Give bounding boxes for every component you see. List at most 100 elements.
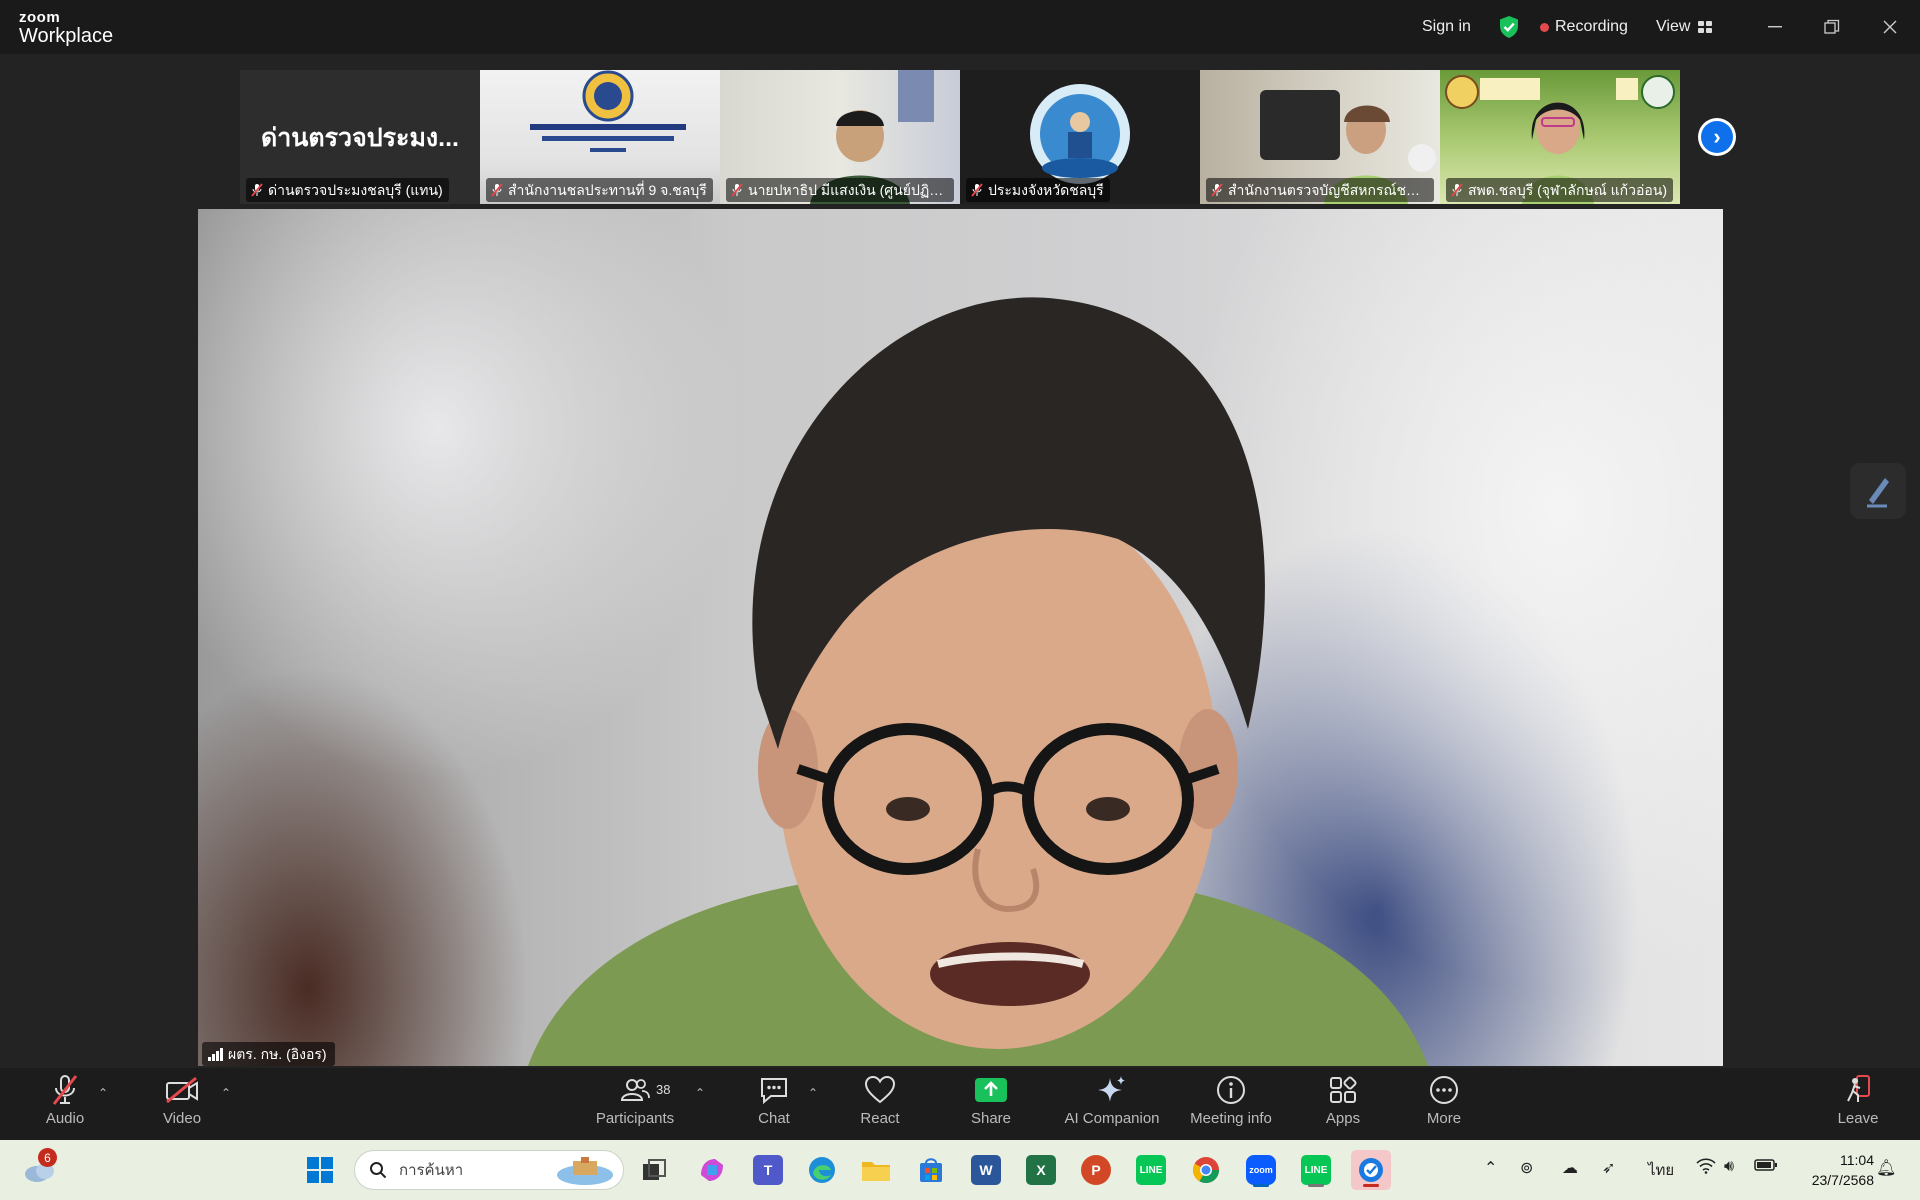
more-button[interactable]: More: [1424, 1072, 1464, 1136]
copilot-app[interactable]: [692, 1150, 732, 1190]
participant-thumbnail[interactable]: สพด.ชลบุรี (จุฬาลักษณ์ แก้วอ่อน): [1440, 70, 1680, 204]
minimize-button[interactable]: [1755, 12, 1795, 42]
video-label: Video: [162, 1110, 202, 1127]
thumbnail-name-tag: ประมงจังหวัดชลบุรี: [966, 178, 1110, 202]
participant-thumbnail[interactable]: ประมงจังหวัดชลบุรี: [960, 70, 1200, 204]
notifications-bell-icon[interactable]: 🔔︎: [1876, 1158, 1896, 1178]
muted-mic-icon: [251, 183, 263, 197]
close-window-button[interactable]: [1870, 12, 1910, 42]
audio-options-caret-icon[interactable]: ⌃: [98, 1086, 108, 1100]
annotation-pen-icon: [1867, 478, 1889, 508]
task-view-icon: [643, 1159, 666, 1180]
sign-in-button[interactable]: Sign in: [1422, 12, 1471, 42]
speaker-figure: [528, 297, 1428, 1066]
thumbnail-big-name: ด่านตรวจประมง...: [261, 124, 459, 152]
chat-options-caret-icon[interactable]: ⌃: [808, 1086, 818, 1100]
video-button[interactable]: Video: [156, 1072, 208, 1136]
onedrive-cloud-icon[interactable]: ☁: [1562, 1158, 1578, 1178]
tray-app-icon[interactable]: ⊚: [1520, 1158, 1533, 1178]
active-speaker-video[interactable]: ผตร. กษ. (อิงอร): [198, 209, 1723, 1066]
participants-options-caret-icon[interactable]: ⌃: [695, 1086, 705, 1100]
leave-button[interactable]: Leave: [1836, 1072, 1880, 1136]
ai-companion-label: AI Companion: [1064, 1110, 1160, 1127]
file-explorer-app[interactable]: [856, 1150, 896, 1190]
view-button[interactable]: View: [1656, 12, 1713, 42]
line-app[interactable]: LINE: [1131, 1150, 1171, 1190]
leave-door-icon: [1847, 1075, 1870, 1102]
running-app-indicator: [1308, 1184, 1324, 1187]
view-label: View: [1656, 18, 1691, 35]
restore-button[interactable]: [1812, 12, 1852, 42]
participants-icon: [620, 1079, 650, 1101]
chat-button[interactable]: Chat: [754, 1072, 794, 1136]
side-panel-handle[interactable]: [1850, 463, 1906, 519]
excel-app[interactable]: X: [1021, 1150, 1061, 1190]
react-button[interactable]: React: [858, 1072, 902, 1136]
apps-button[interactable]: Apps: [1324, 1072, 1362, 1136]
location-icon[interactable]: ➶: [1602, 1158, 1615, 1178]
audio-button[interactable]: Audio: [40, 1072, 90, 1136]
powerpoint-app[interactable]: P: [1076, 1150, 1116, 1190]
share-label: Share: [970, 1110, 1012, 1127]
line-app-2[interactable]: LINE: [1296, 1150, 1336, 1190]
store-app[interactable]: [911, 1150, 951, 1190]
video-options-caret-icon[interactable]: ⌃: [221, 1086, 231, 1100]
battery-icon[interactable]: [1754, 1158, 1778, 1177]
thumbnail-name-label: สพด.ชลบุรี (จุฬาลักษณ์ แก้วอ่อน): [1468, 182, 1668, 198]
apps-icon: [1330, 1076, 1357, 1103]
recording-dot-icon: [1540, 22, 1549, 32]
taskbar-search-box[interactable]: การค้นหา: [354, 1150, 624, 1190]
video-off-icon: [166, 1076, 198, 1104]
chevron-right-icon: ›: [1701, 121, 1733, 153]
folder-icon: [862, 1162, 890, 1181]
speaker-name-tag: ผตร. กษ. (อิงอร): [202, 1042, 335, 1066]
task-view-button[interactable]: [634, 1150, 674, 1190]
start-button[interactable]: [300, 1150, 340, 1190]
meeting-info-button[interactable]: Meeting info: [1186, 1072, 1276, 1136]
muted-mic-icon: [971, 183, 983, 197]
volume-icon[interactable]: 🔊︎: [1724, 1158, 1734, 1176]
language-indicator[interactable]: ไทย: [1648, 1158, 1674, 1182]
next-page-button[interactable]: ›: [1698, 118, 1736, 156]
thumbnail-name-tag: สพด.ชลบุรี (จุฬาลักษณ์ แก้วอ่อน): [1446, 178, 1674, 202]
thumbnail-name-label: สำนักงานชลประทานที่ 9 จ.ชลบุรี: [508, 182, 707, 198]
search-icon: [370, 1162, 387, 1179]
muted-mic-icon: [491, 183, 503, 197]
logo-top-text: zoom: [19, 9, 61, 26]
recording-indicator[interactable]: Recording: [1540, 12, 1628, 42]
taskbar-clock[interactable]: 11:04 23/7/2568: [1790, 1150, 1874, 1190]
participant-thumbnail[interactable]: นายปหาธิป มีแสงเงิน (ศูนย์ปฏิบัติ...: [720, 70, 960, 204]
notification-badge: 6: [38, 1148, 57, 1167]
thumbnail-name-tag: นายปหาธิป มีแสงเงิน (ศูนย์ปฏิบัติ...: [726, 178, 954, 202]
running-app-indicator: [1363, 1184, 1379, 1187]
leave-label: Leave: [1837, 1110, 1879, 1127]
thumbnail-name-label: ด่านตรวจประมงชลบุรี (แทน): [268, 182, 443, 198]
participant-thumbnail[interactable]: สำนักงานตรวจบัญชีสหกรณ์ชลบุรี: [1200, 70, 1440, 204]
chat-icon: [761, 1078, 787, 1105]
meeting-info-label: Meeting info: [1190, 1110, 1272, 1127]
screen-recorder-app[interactable]: [1351, 1150, 1391, 1190]
participant-thumbnail[interactable]: สำนักงานชลประทานที่ 9 จ.ชลบุรี: [480, 70, 720, 204]
logo-bottom-text: Workplace: [19, 25, 114, 47]
edge-app[interactable]: [802, 1150, 842, 1190]
participants-count: 38: [656, 1082, 671, 1097]
ai-companion-button[interactable]: AI Companion: [1062, 1072, 1162, 1136]
teams-icon: T: [753, 1155, 783, 1185]
zoom-app[interactable]: zoom: [1241, 1150, 1281, 1190]
word-app[interactable]: W: [966, 1150, 1006, 1190]
chrome-app[interactable]: [1186, 1150, 1226, 1190]
react-label: React: [860, 1110, 900, 1127]
share-button[interactable]: Share: [968, 1072, 1014, 1136]
active-app-indicator: [1253, 1184, 1269, 1187]
recorder-icon: [1359, 1158, 1383, 1182]
encryption-shield-icon[interactable]: [1498, 12, 1520, 42]
teams-app[interactable]: T: [748, 1150, 788, 1190]
heart-icon: [864, 1075, 896, 1104]
line-icon: LINE: [1301, 1155, 1331, 1185]
recording-label: Recording: [1555, 18, 1628, 35]
speaker-name-label: ผตร. กษ. (อิงอร): [228, 1046, 327, 1062]
show-hidden-icons-chevron-icon[interactable]: ⌃: [1484, 1158, 1497, 1178]
participant-thumbnail[interactable]: ด่านตรวจประมง... ด่านตรวจประมงชลบุรี (แท…: [240, 70, 480, 204]
info-icon: [1217, 1076, 1245, 1104]
wifi-icon[interactable]: [1696, 1158, 1716, 1179]
